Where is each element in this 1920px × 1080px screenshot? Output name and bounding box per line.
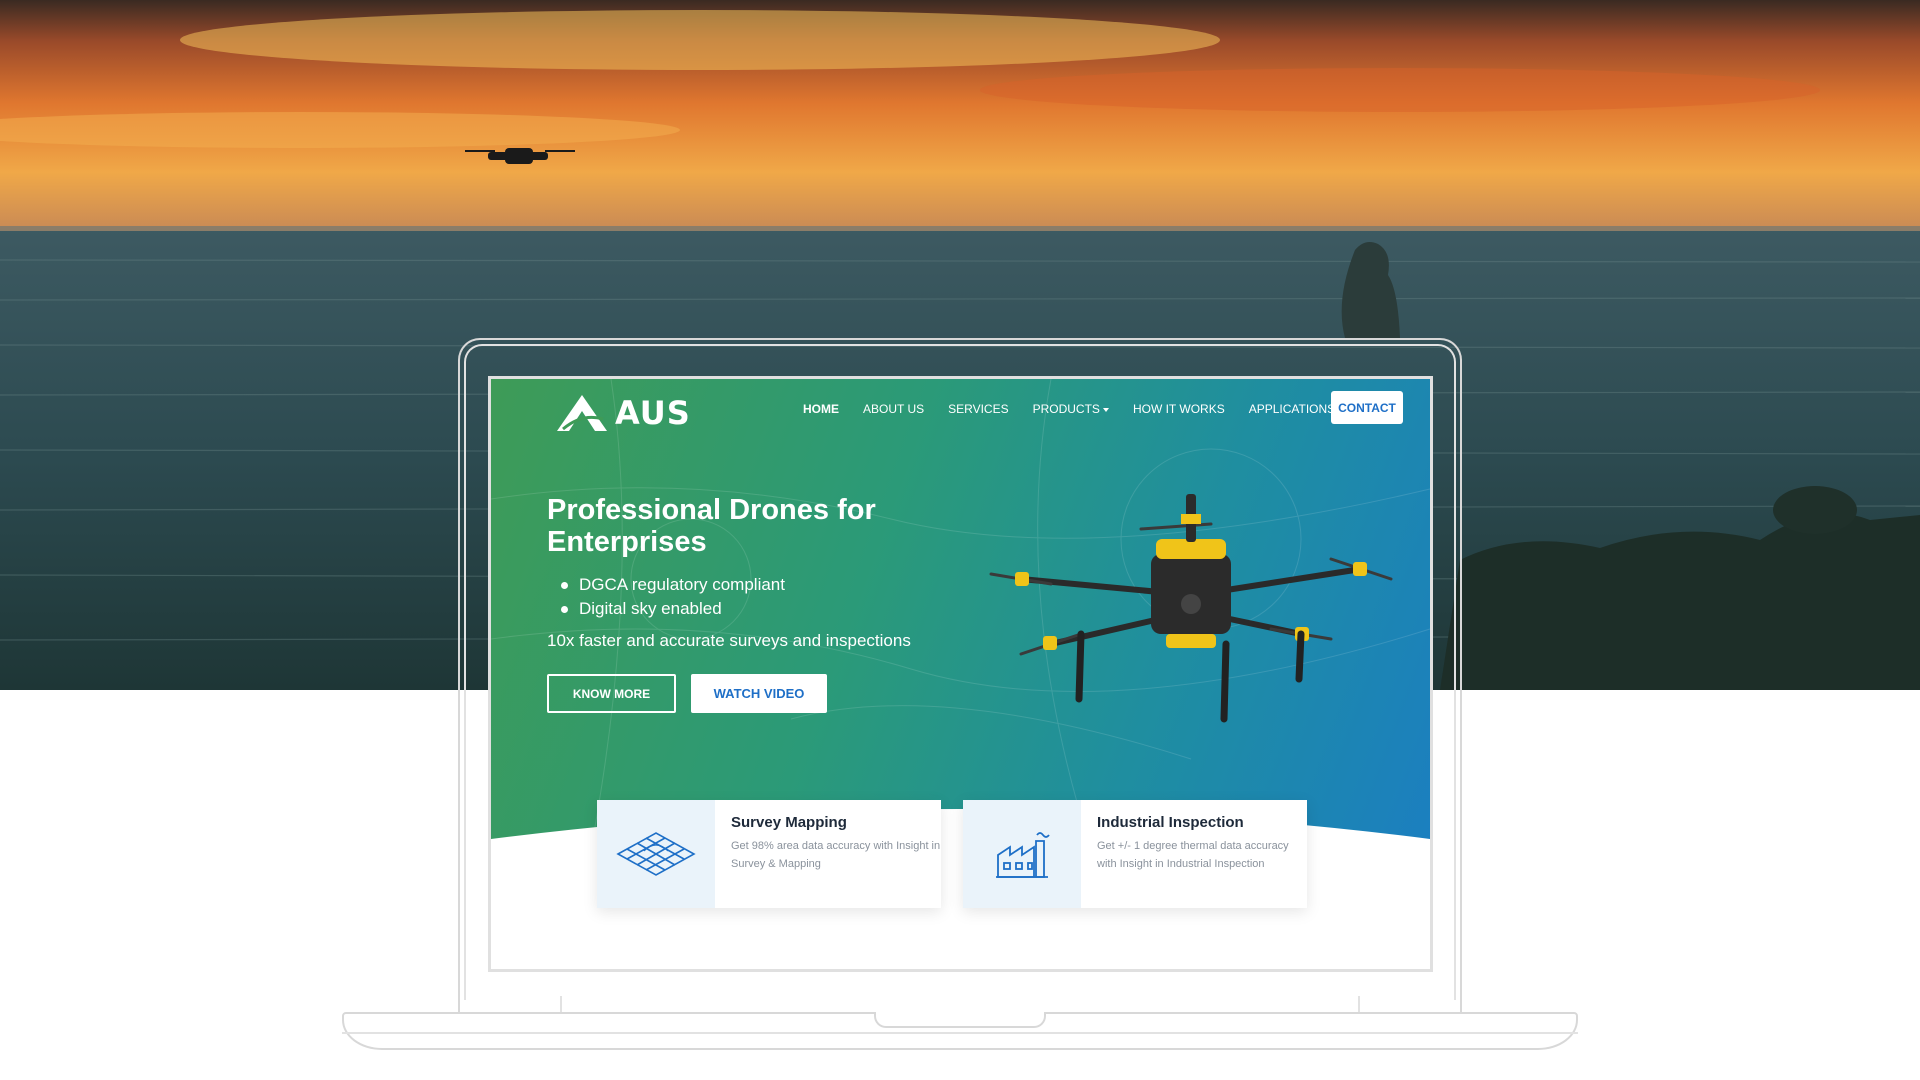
nav-item-how-it-works[interactable]: HOW IT WORKS <box>1133 402 1225 416</box>
nav-label: ABOUT US <box>863 402 925 416</box>
hero-subtitle: 10x faster and accurate surveys and insp… <box>547 631 911 650</box>
brand-name: AUS <box>615 394 691 432</box>
brand-logo[interactable]: AUS <box>555 393 691 433</box>
nav-item-services[interactable]: SERVICES <box>948 402 1008 416</box>
hero-bullets: DGCA regulatory compliant Digital sky en… <box>561 573 785 621</box>
contact-button[interactable]: CONTACT <box>1331 391 1403 424</box>
card-description: Get +/- 1 degree thermal data accuracy w… <box>1097 840 1289 870</box>
nav-item-about-us[interactable]: ABOUT US <box>863 402 924 416</box>
laptop-screen: AUS HOME ABOUT US SERVICES PRODUCTS HOW … <box>488 376 1433 972</box>
card-body: Survey Mapping Get 98% area data accurac… <box>715 800 941 908</box>
card-body: Industrial Inspection Get +/- 1 degree t… <box>1081 800 1307 908</box>
card-icon-box <box>597 800 715 908</box>
card-description: Get 98% area data accuracy with Insight … <box>731 840 941 870</box>
hero-section: AUS HOME ABOUT US SERVICES PRODUCTS HOW … <box>491 379 1430 849</box>
terrain-grid-icon <box>616 832 696 876</box>
nav-label: HOW IT WORKS <box>1132 402 1225 416</box>
nav-label: HOME <box>803 402 839 416</box>
nav-label: APPLICATIONS <box>1248 402 1336 416</box>
feature-card-industrial-inspection[interactable]: Industrial Inspection Get +/- 1 degree t… <box>963 800 1307 908</box>
card-title: Industrial Inspection <box>1097 814 1244 831</box>
know-more-button[interactable]: KNOW MORE <box>547 674 676 713</box>
card-title: Survey Mapping <box>731 814 847 831</box>
nav-label: SERVICES <box>948 402 1009 416</box>
nav-item-home[interactable]: HOME <box>803 402 839 416</box>
drone-product-image <box>989 494 1393 723</box>
logo-mark-icon <box>557 395 607 431</box>
laptop-notch <box>874 1012 1046 1028</box>
nav-item-products[interactable]: PRODUCTS <box>1033 402 1109 416</box>
bullet-item: DGCA regulatory compliant <box>561 573 785 597</box>
factory-icon <box>996 832 1050 878</box>
main-nav: HOME ABOUT US SERVICES PRODUCTS HOW IT W… <box>803 402 1368 416</box>
hero-title: Professional Drones for Enterprises <box>547 494 876 558</box>
feature-card-survey-mapping[interactable]: Survey Mapping Get 98% area data accurac… <box>597 800 941 908</box>
watch-video-button[interactable]: WATCH VIDEO <box>691 674 827 713</box>
bullet-item: Digital sky enabled <box>561 597 785 621</box>
nav-label: PRODUCTS <box>1032 402 1100 416</box>
card-icon-box <box>963 800 1081 908</box>
nav-item-applications[interactable]: APPLICATIONS <box>1248 402 1345 416</box>
caret-down-icon <box>1102 407 1109 412</box>
